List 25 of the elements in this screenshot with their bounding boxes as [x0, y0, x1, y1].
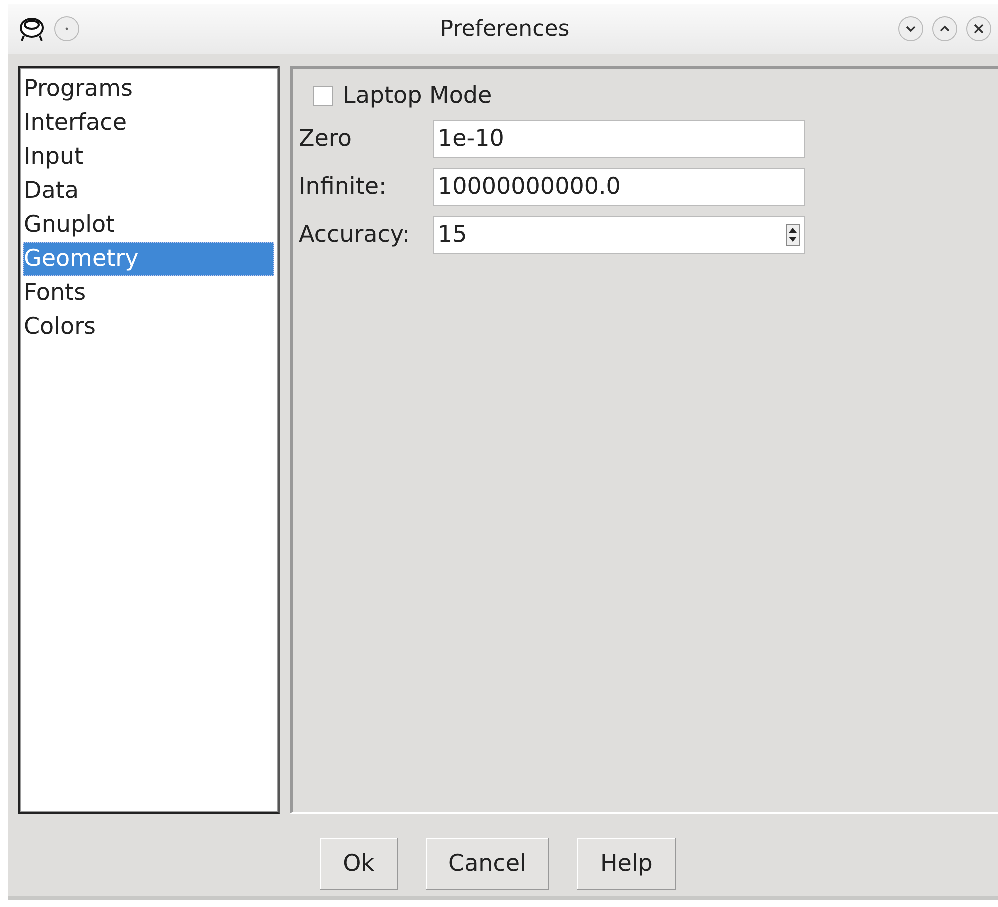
dialog-button[interactable]: Ok — [320, 838, 398, 890]
pot-icon — [18, 15, 46, 43]
category-item[interactable]: Gnuplot — [23, 208, 274, 242]
maximize-button[interactable] — [932, 16, 958, 42]
field-label: Infinite: — [299, 173, 388, 202]
checkbox[interactable] — [313, 86, 333, 106]
field-label: Zero — [299, 125, 353, 154]
dialog-button[interactable]: Cancel — [426, 838, 550, 890]
window-title: Preferences — [440, 16, 570, 42]
minimize-button[interactable] — [898, 16, 924, 42]
spinner-arrows-icon[interactable] — [786, 224, 800, 246]
category-item[interactable]: Fonts — [23, 276, 274, 310]
category-item[interactable]: Data — [23, 174, 274, 208]
category-item[interactable]: Programs — [23, 72, 274, 106]
spin-field[interactable]: 15 — [433, 216, 805, 254]
dialog-button[interactable]: Help — [577, 838, 676, 890]
input-field[interactable]: 10000000000.0 — [433, 168, 805, 206]
category-item[interactable]: Input — [23, 140, 274, 174]
checkbox-label: Laptop Mode — [343, 83, 492, 109]
category-item[interactable]: Interface — [23, 106, 274, 140]
category-item[interactable]: Colors — [23, 310, 274, 344]
input-field[interactable]: 1e-10 — [433, 120, 805, 158]
close-button[interactable] — [966, 16, 992, 42]
field-label: Accuracy: — [299, 221, 412, 250]
category-item[interactable]: Geometry — [23, 242, 274, 276]
